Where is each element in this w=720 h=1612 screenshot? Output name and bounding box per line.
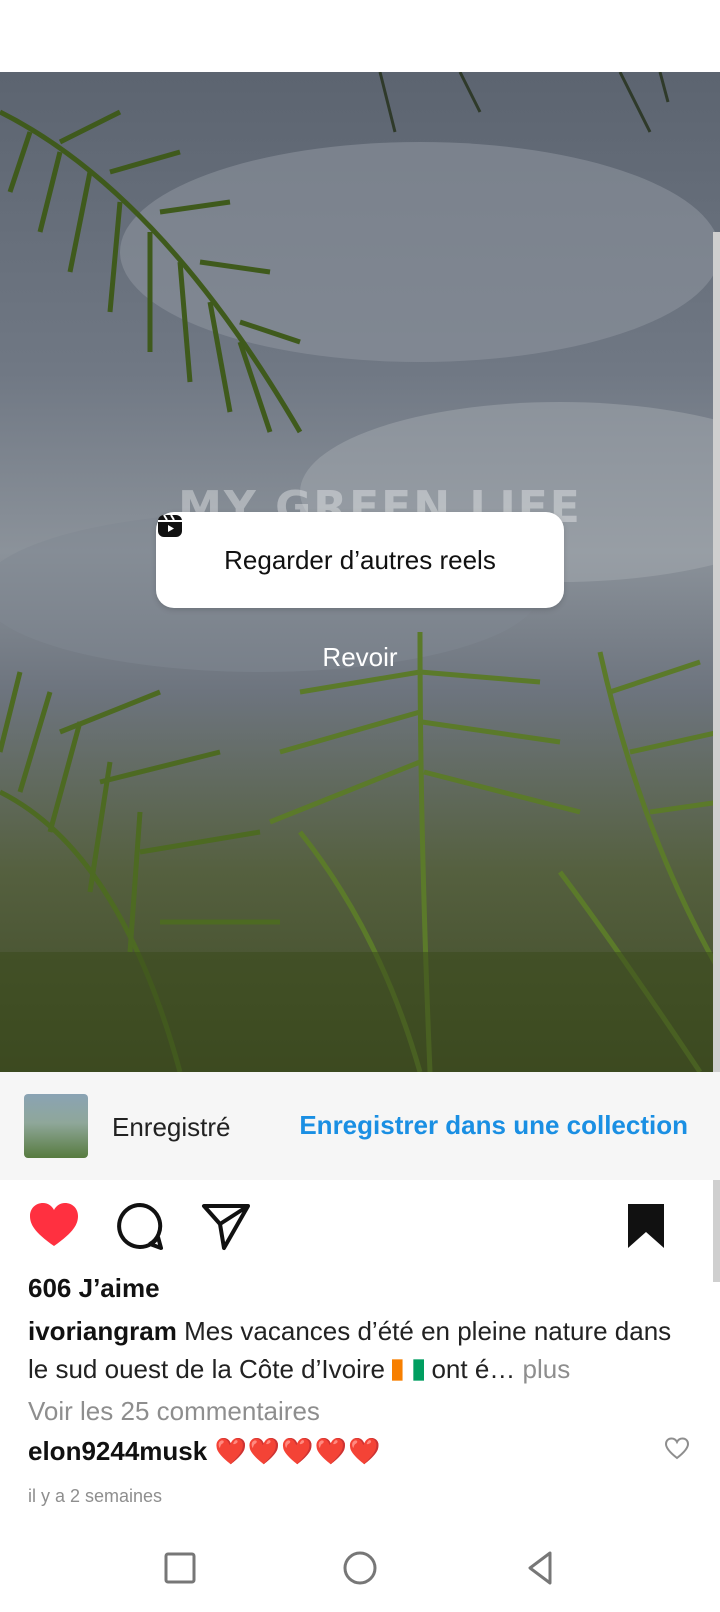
saved-status: Enregistré: [112, 1112, 231, 1142]
watch-more-reels-button[interactable]: Regarder d’autres reels: [156, 512, 564, 608]
reel-video[interactable]: MY GREEN LIFE Regarder d’autres reels Re…: [0, 72, 720, 1072]
bookmark-filled-icon[interactable]: [618, 1198, 674, 1254]
saved-banner: Enregistré Enregistrer dans une collecti…: [0, 1072, 720, 1180]
view-comments-link[interactable]: Voir les 25 commentaires: [28, 1396, 320, 1427]
flag-icon: [392, 1359, 425, 1381]
caption-text-cont: ont é…: [424, 1354, 516, 1384]
post-timestamp: il y a 2 semaines: [28, 1486, 163, 1506]
like-count[interactable]: 606 J’aime: [28, 1273, 160, 1304]
saved-thumbnail: [24, 1094, 88, 1158]
heart-filled-icon[interactable]: [26, 1198, 82, 1254]
caption-more-link[interactable]: plus: [515, 1354, 571, 1384]
system-nav-bar: [0, 1530, 720, 1612]
status-bar: [0, 0, 720, 72]
comment-username[interactable]: elon9244musk: [28, 1436, 207, 1466]
reels-icon: [158, 514, 182, 537]
replay-button[interactable]: Revoir: [0, 642, 720, 673]
comment-icon[interactable]: [112, 1198, 168, 1254]
watch-more-reels-label: Regarder d’autres reels: [224, 544, 496, 575]
comment-text: ❤️❤️❤️❤️❤️: [214, 1436, 382, 1466]
comment-heart-icon[interactable]: [664, 1436, 690, 1462]
share-icon[interactable]: [198, 1198, 254, 1254]
post-actions: [0, 1190, 720, 1260]
post-caption: ivoriangram Mes vacances d’été en pleine…: [28, 1312, 688, 1388]
recent-apps-icon[interactable]: [158, 1546, 202, 1590]
home-icon[interactable]: [338, 1546, 382, 1590]
back-icon[interactable]: [518, 1546, 562, 1590]
caption-username[interactable]: ivoriangram: [28, 1316, 177, 1346]
save-to-collection-link[interactable]: Enregistrer dans une collection: [299, 1110, 688, 1141]
comment-item: elon9244musk ❤️❤️❤️❤️❤️: [28, 1436, 381, 1467]
